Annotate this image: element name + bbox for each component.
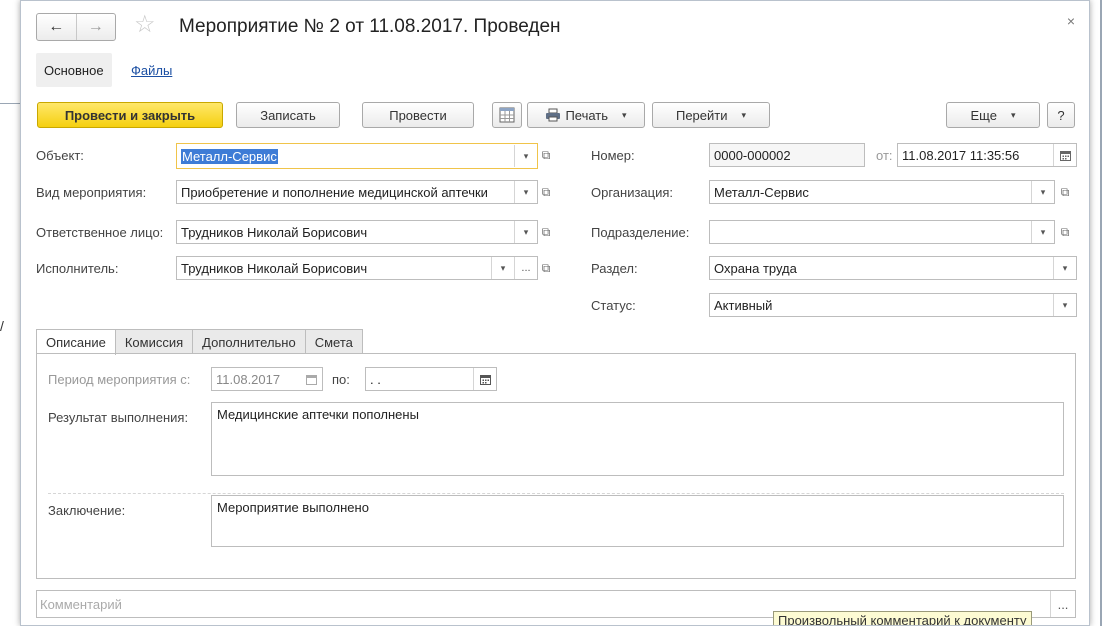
responsible-label: Ответственное лицо: [36, 225, 164, 240]
comment-tooltip: Произвольный комментарий к документу [773, 611, 1032, 625]
organization-open-icon[interactable]: ⧉ [1055, 181, 1075, 203]
conclusion-label: Заключение: [48, 503, 126, 518]
object-value: Металл-Сервис [181, 148, 278, 164]
executor-field[interactable]: Трудников Николай Борисович ▾ ... [176, 256, 538, 280]
event-type-dropdown-icon[interactable]: ▾ [514, 181, 537, 203]
post-and-close-label: Провести и закрыть [64, 107, 196, 123]
printer-icon [546, 108, 561, 122]
executor-open-icon[interactable]: ⧉ [536, 257, 556, 279]
period-from-value: 11.08.2017 [216, 371, 281, 387]
section-label: Раздел: [591, 261, 638, 276]
tab-additional[interactable]: Дополнительно [192, 329, 306, 354]
favorite-star-icon[interactable]: ☆ [134, 12, 156, 38]
status-label: Статус: [591, 298, 636, 313]
report-button[interactable] [492, 102, 522, 128]
period-to-label: по: [332, 372, 350, 387]
date-calendar-icon[interactable] [1053, 144, 1076, 166]
post-and-close-button[interactable]: Провести и закрыть [37, 102, 223, 128]
responsible-open-icon[interactable]: ⧉ [536, 221, 556, 243]
comment-select-button[interactable]: ... [1050, 591, 1075, 617]
number-label: Номер: [591, 148, 635, 163]
save-label: Записать [260, 107, 316, 123]
organization-dropdown-icon[interactable]: ▾ [1031, 181, 1054, 203]
print-button[interactable]: Печать ▾ [527, 102, 645, 128]
event-type-value: Приобретение и пополнение медицинской ап… [181, 184, 488, 200]
goto-button[interactable]: Перейти ▾ [652, 102, 770, 128]
tab-commission[interactable]: Комиссия [114, 329, 194, 354]
save-button[interactable]: Записать [236, 102, 340, 128]
organization-field[interactable]: Металл-Сервис ▾ [709, 180, 1055, 204]
period-from-calendar-icon[interactable] [300, 368, 322, 390]
number-value: 0000-000002 [714, 147, 791, 163]
goto-caret-icon: ▾ [741, 109, 747, 120]
document-window: ← → ☆ Мероприятие № 2 от 11.08.2017. Про… [20, 0, 1090, 626]
period-label: Период мероприятия с: [48, 372, 191, 387]
help-button[interactable]: ? [1047, 102, 1075, 128]
responsible-field[interactable]: Трудников Николай Борисович ▾ [176, 220, 538, 244]
department-label: Подразделение: [591, 225, 690, 240]
help-label: ? [1057, 107, 1065, 123]
status-value: Активный [714, 297, 773, 313]
more-button[interactable]: Еще ▾ [946, 102, 1040, 128]
goto-label: Перейти [675, 107, 728, 123]
close-icon[interactable]: × [1067, 13, 1075, 29]
executor-label: Исполнитель: [36, 261, 119, 276]
number-field[interactable]: 0000-000002 [709, 143, 865, 167]
table-report-icon [499, 107, 515, 123]
period-to-field[interactable]: . . [365, 367, 497, 391]
date-value: 11.08.2017 11:35:56 [902, 147, 1020, 163]
tab-strip: Описание Комиссия Дополнительно Смета [36, 329, 363, 355]
post-label: Провести [389, 107, 447, 123]
print-caret-icon: ▾ [622, 109, 627, 120]
post-button[interactable]: Провести [362, 102, 474, 128]
background-marker: / [0, 318, 4, 334]
executor-dropdown-icon[interactable]: ▾ [491, 257, 514, 279]
back-button[interactable]: ← [37, 14, 77, 40]
comment-placeholder: Комментарий [40, 596, 122, 612]
department-dropdown-icon[interactable]: ▾ [1031, 221, 1054, 243]
more-caret-icon: ▾ [1010, 109, 1016, 120]
department-field[interactable]: ▾ [709, 220, 1055, 244]
executor-value: Трудников Николай Борисович [181, 260, 368, 276]
department-open-icon[interactable]: ⧉ [1055, 221, 1075, 243]
event-type-label: Вид мероприятия: [36, 185, 147, 200]
organization-label: Организация: [591, 185, 674, 200]
conclusion-textarea[interactable]: Мероприятие выполнено [211, 495, 1064, 547]
subtab-main[interactable]: Основное [36, 53, 112, 87]
date-label: от: [876, 148, 893, 163]
forward-button[interactable]: → [77, 14, 116, 40]
result-label: Результат выполнения: [48, 410, 189, 425]
print-label: Печать [565, 107, 609, 123]
window-title: Мероприятие № 2 от 11.08.2017. Проведен [179, 16, 561, 37]
responsible-value: Трудников Николай Борисович [181, 224, 368, 240]
period-to-value: . . [370, 371, 381, 387]
responsible-dropdown-icon[interactable]: ▾ [514, 221, 537, 243]
tab-estimate[interactable]: Смета [304, 329, 363, 354]
object-dropdown-icon[interactable]: ▾ [514, 145, 537, 167]
executor-select-button[interactable]: ... [514, 257, 537, 279]
subtab-files[interactable]: Файлы [131, 63, 172, 78]
status-dropdown-icon[interactable]: ▾ [1053, 294, 1076, 316]
organization-value: Металл-Сервис [714, 184, 809, 200]
period-from-field[interactable]: 11.08.2017 [211, 367, 323, 391]
object-field[interactable]: Металл-Сервис ▾ [176, 143, 538, 169]
result-textarea[interactable]: Медицинские аптечки пополнены [211, 402, 1064, 476]
period-to-calendar-icon[interactable] [473, 368, 496, 390]
object-label: Объект: [36, 148, 84, 163]
event-type-field[interactable]: Приобретение и пополнение медицинской ап… [176, 180, 538, 204]
event-type-open-icon[interactable]: ⧉ [536, 181, 556, 203]
section-divider [48, 493, 1064, 494]
navigation-buttons: ← → [36, 13, 116, 41]
more-label: Еще [970, 107, 997, 123]
tab-description[interactable]: Описание [36, 329, 116, 355]
status-field[interactable]: Активный ▾ [709, 293, 1077, 317]
object-open-icon[interactable]: ⧉ [536, 144, 556, 166]
section-field[interactable]: Охрана труда ▾ [709, 256, 1077, 280]
background-divider [0, 103, 20, 104]
background-line-right [1100, 0, 1102, 626]
section-value: Охрана труда [714, 260, 797, 276]
date-field[interactable]: 11.08.2017 11:35:56 [897, 143, 1077, 167]
section-dropdown-icon[interactable]: ▾ [1053, 257, 1076, 279]
